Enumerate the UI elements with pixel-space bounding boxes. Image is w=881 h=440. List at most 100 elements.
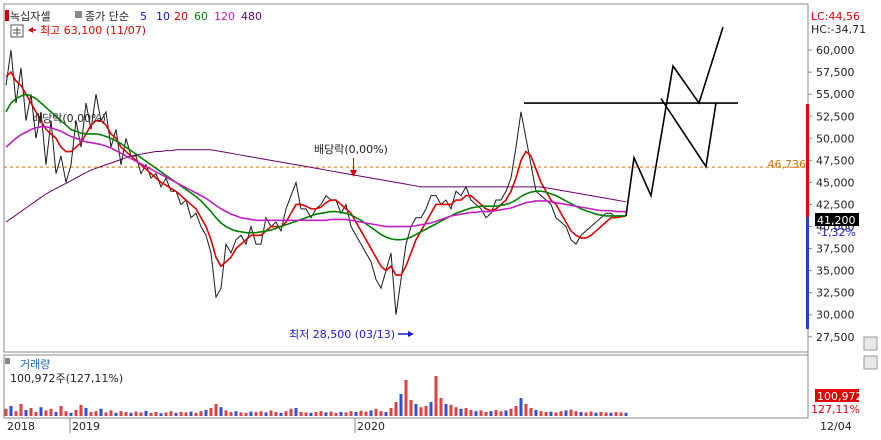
volume-bar <box>484 412 488 416</box>
y-tick-label: 45,000 <box>816 176 855 189</box>
ma-period-60[interactable]: 60 <box>194 10 208 23</box>
volume-bar <box>179 412 183 416</box>
volume-bar <box>314 412 318 416</box>
y-tick-label: 50,000 <box>816 132 855 145</box>
ma-period-20[interactable]: 20 <box>174 10 188 23</box>
volume-bar <box>384 412 388 416</box>
stock-name[interactable]: 녹십자셀 <box>10 10 50 23</box>
volume-bar <box>294 408 298 416</box>
volume-bar <box>609 412 613 416</box>
volume-bar <box>624 412 628 416</box>
volume-bar <box>304 412 308 416</box>
price-range-down-bar <box>806 217 809 329</box>
volume-bar <box>549 411 553 416</box>
volume-bar <box>14 411 18 416</box>
volume-bar <box>519 398 523 416</box>
ma-period-10[interactable]: 10 <box>156 10 170 23</box>
volume-bar <box>54 412 58 416</box>
reference-price-label: 46,736 <box>768 158 807 171</box>
volume-bar <box>554 412 558 416</box>
volume-bar <box>189 411 193 416</box>
ma-period-5[interactable]: 5 <box>140 10 147 23</box>
volume-bar <box>19 404 23 416</box>
volume-bar <box>4 408 8 416</box>
volume-bar <box>249 411 253 416</box>
volume-bar <box>614 412 618 416</box>
volume-bar <box>234 411 238 416</box>
volume-bar <box>194 412 198 416</box>
volume-bar <box>349 411 353 416</box>
volume-bar <box>279 412 283 416</box>
y-tick-label: 57,500 <box>816 66 855 79</box>
volume-bar <box>479 410 483 416</box>
volume-bar <box>74 410 78 416</box>
volume-bar <box>274 412 278 416</box>
volume-bar <box>454 407 458 416</box>
volume-title[interactable]: 거래량 <box>20 358 50 371</box>
y-tick-label: 35,000 <box>816 265 855 278</box>
volume-bar <box>114 412 118 416</box>
scroll-up-button[interactable] <box>863 355 878 370</box>
volume-bar <box>344 412 348 416</box>
volume-bar <box>109 410 113 416</box>
volume-bar <box>499 411 503 416</box>
y-tick-label: 47,500 <box>816 154 855 167</box>
volume-bar <box>539 411 543 416</box>
volume-bar <box>309 412 313 416</box>
volume-bar <box>219 407 223 416</box>
volume-bar <box>469 410 473 416</box>
volume-bar <box>264 412 268 416</box>
ma-period-120[interactable]: 120 <box>214 10 235 23</box>
volume-bar <box>214 404 218 416</box>
lc-indicator: LC:44,56 <box>811 10 860 23</box>
volume-bar <box>124 412 128 416</box>
volume-bar <box>579 412 583 416</box>
volume-bar <box>404 380 408 416</box>
volume-bar <box>414 404 418 416</box>
y-tick-label: 27,500 <box>816 331 855 344</box>
hc-indicator: HC:-34,71 <box>811 23 866 36</box>
volume-bar <box>429 402 433 416</box>
volume-bar <box>364 411 368 416</box>
volume-bar <box>269 410 273 416</box>
volume-value: 100,972주(127,11%) <box>10 372 123 385</box>
volume-bar <box>374 408 378 416</box>
price-panel <box>3 3 809 353</box>
x-label-2020: 2020 <box>357 420 385 433</box>
stock-chart: 60,000 57,500 55,000 52,500 50,000 47,500 45,0… <box>3 3 878 433</box>
volume-bar <box>619 412 623 416</box>
volume-bar <box>199 411 203 416</box>
volume-bar <box>339 412 343 416</box>
chart-label[interactable]: 종가 단순 <box>85 10 129 23</box>
volume-bar <box>239 412 243 416</box>
volume-bar <box>259 411 263 416</box>
volume-bar <box>44 410 48 416</box>
volume-bar <box>419 407 423 416</box>
volume-bar <box>424 406 428 416</box>
volume-bar <box>39 407 43 416</box>
volume-bar <box>99 408 103 416</box>
y-tick-label: 52,500 <box>816 110 855 123</box>
volume-bar <box>589 411 593 416</box>
ma-period-480[interactable]: 480 <box>241 10 262 23</box>
volume-bar <box>9 406 13 416</box>
volume-bar <box>84 408 88 416</box>
volume-bar <box>169 411 173 416</box>
volume-bar <box>334 412 338 416</box>
y-tick-label: 37,500 <box>816 243 855 256</box>
volume-bar <box>569 409 573 416</box>
volume-bar <box>594 412 598 416</box>
volume-bar <box>299 412 303 416</box>
volume-bar <box>474 411 478 416</box>
volume-bar <box>244 412 248 416</box>
volume-marker-icon <box>5 358 10 364</box>
volume-bar <box>164 412 168 416</box>
volume-bar <box>324 412 328 416</box>
volume-bar <box>204 410 208 416</box>
volume-bar <box>584 412 588 416</box>
volume-bar <box>494 410 498 416</box>
volume-bar <box>464 408 468 416</box>
volume-bar <box>229 412 233 416</box>
scroll-down-button[interactable] <box>863 336 878 351</box>
volume-bar <box>504 410 508 416</box>
